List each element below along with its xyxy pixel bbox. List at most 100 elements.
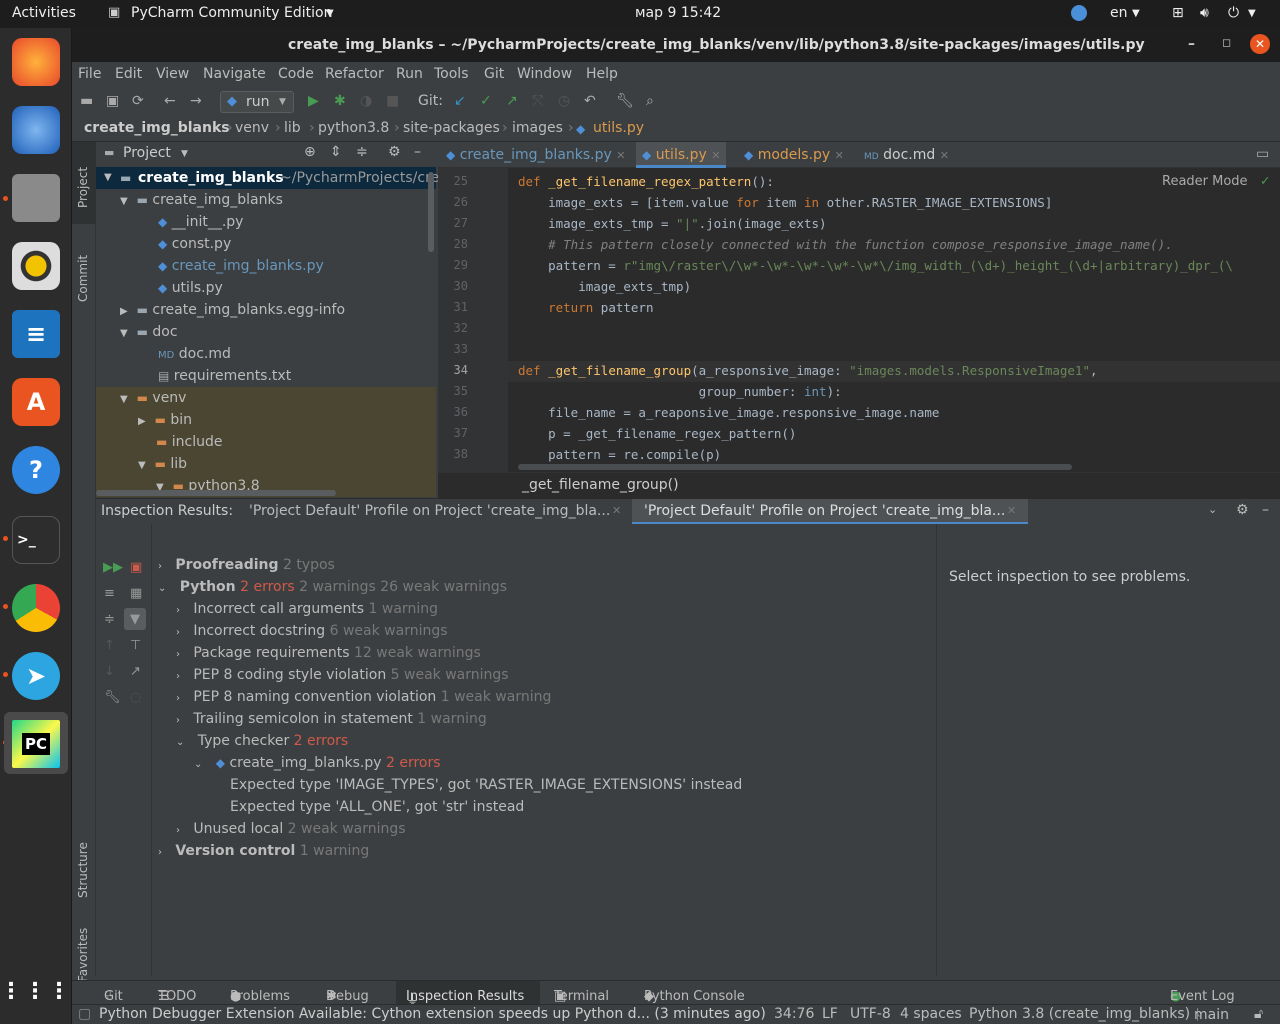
volume-icon[interactable]: 🔊︎ <box>1200 5 1209 21</box>
tree-row[interactable]: › Unused local 2 weak warnings <box>176 818 406 840</box>
thunderbird-icon[interactable] <box>12 106 60 154</box>
menu-window[interactable]: Window <box>517 66 572 82</box>
favorites-tool-button[interactable]: Favorites <box>76 928 90 982</box>
pycharm-icon[interactable]: PC <box>12 720 60 768</box>
tree-item-file[interactable]: ◆ create_img_blanks.py <box>158 255 324 277</box>
file-encoding[interactable]: UTF-8 <box>850 1006 891 1022</box>
debug-icon[interactable]: ✱ <box>334 93 346 109</box>
telegram-icon[interactable]: ➤ <box>12 652 60 700</box>
language-indicator[interactable]: en <box>1110 5 1128 21</box>
breadcrumb-python[interactable]: python3.8 <box>318 120 389 136</box>
tab-models[interactable]: ◆ models.py ✕ <box>744 142 844 168</box>
minimize-button[interactable]: – <box>1188 36 1195 52</box>
collapse-all-icon[interactable]: ≑ <box>356 144 368 160</box>
files-icon[interactable] <box>12 174 60 222</box>
hide-icon[interactable]: – <box>1262 502 1269 518</box>
open-folder-icon[interactable]: ▬ <box>80 93 93 109</box>
close-icon[interactable]: ✕ <box>711 149 720 162</box>
tree-row[interactable]: ⌄ Python 2 errors 2 warnings 26 weak war… <box>158 576 507 598</box>
git-merge-icon[interactable]: ⤲ <box>532 93 543 109</box>
close-icon[interactable]: ✕ <box>940 149 949 162</box>
tab-doc[interactable]: MD doc.md ✕ <box>864 142 949 168</box>
network-icon[interactable] <box>1071 5 1087 21</box>
tree-row-root[interactable]: ▼ ▬ create_img_blanks ~/PycharmProjects/… <box>96 167 439 189</box>
menu-help[interactable]: Help <box>586 66 618 82</box>
lock-icon[interactable]: 🔓︎ <box>1254 1006 1263 1022</box>
breadcrumb-lib[interactable]: lib <box>284 120 301 136</box>
locate-icon[interactable]: ⊕ <box>304 144 316 160</box>
breadcrumb-project[interactable]: create_img_blanks <box>84 120 230 136</box>
hide-icon[interactable]: – <box>414 144 421 160</box>
caret-position[interactable]: 34:76 <box>774 1006 814 1022</box>
tree-item-folder[interactable]: ▼ ▬ doc <box>120 321 178 343</box>
tree-item-package[interactable]: ▼ ▬ create_img_blanks <box>120 189 283 211</box>
maximize-button[interactable]: ◻ <box>1222 36 1231 49</box>
close-icon[interactable]: ✕ <box>612 504 621 517</box>
sync-icon[interactable]: ⟳ <box>132 93 144 109</box>
menu-navigate[interactable]: Navigate <box>203 66 266 82</box>
search-icon[interactable]: ⌕ <box>646 93 654 109</box>
indent-setting[interactable]: 4 spaces <box>900 1006 962 1022</box>
tab-create-img-blanks[interactable]: ◆ create_img_blanks.py ✕ <box>446 142 625 168</box>
export-icon[interactable]: ↗ <box>130 664 141 679</box>
breadcrumb-file[interactable]: utils.py <box>593 120 644 136</box>
line-endings[interactable]: LF <box>822 1006 838 1022</box>
tree-row[interactable]: › Version control 1 warning <box>158 840 369 862</box>
git-push-icon[interactable]: ↗ <box>506 93 518 109</box>
firefox-icon[interactable] <box>12 38 60 86</box>
problem-row[interactable]: Expected type 'IMAGE_TYPES', got 'RASTER… <box>230 774 742 796</box>
tree-row[interactable]: › PEP 8 coding style violation 5 weak wa… <box>176 664 509 686</box>
tree-item-folder[interactable]: ▼ ▬ lib <box>138 453 187 475</box>
tree-item-folder[interactable]: ▼ ▬ venv <box>120 387 186 409</box>
network-wired-icon[interactable]: ⊞ <box>1172 5 1184 21</box>
chevron-down-icon[interactable]: ⌄ <box>1208 503 1217 516</box>
menu-refactor[interactable]: Refactor <box>325 66 384 82</box>
tab-utils[interactable]: ◆ utils.py ✕ <box>636 142 727 168</box>
tree-item-file[interactable]: MD doc.md <box>158 343 231 365</box>
expand-all-icon[interactable]: ⇕ <box>330 144 342 160</box>
close-icon[interactable]: ✕ <box>835 149 844 162</box>
clock[interactable]: мар 9 15:42 <box>635 5 721 21</box>
filter-icon[interactable]: ▼ <box>130 612 140 627</box>
wrench-icon[interactable]: 🔧︎ <box>616 93 634 109</box>
expand-all-icon[interactable]: ≡ <box>104 586 115 601</box>
status-toggle-icon[interactable]: ▢ <box>78 1006 91 1022</box>
interpreter[interactable]: Python 3.8 (create_img_blanks) <box>969 1006 1190 1022</box>
tree-row[interactable]: › Incorrect docstring 6 weak warnings <box>176 620 448 642</box>
breadcrumb-venv[interactable]: venv <box>235 120 269 136</box>
git-history-icon[interactable]: ◷ <box>558 93 570 109</box>
menu-edit[interactable]: Edit <box>115 66 142 82</box>
tree-row[interactable]: › PEP 8 naming convention violation 1 we… <box>176 686 551 708</box>
terminal-icon[interactable]: >_ <box>12 516 60 564</box>
git-commit-icon[interactable]: ✓ <box>480 93 492 109</box>
collapse-all-icon[interactable]: ≑ <box>104 612 115 627</box>
rerun-icon[interactable]: ▶▶ <box>103 560 123 575</box>
group-icon[interactable]: ▦ <box>130 586 142 601</box>
menu-code[interactable]: Code <box>278 66 314 82</box>
chrome-icon[interactable] <box>12 584 60 632</box>
tree-item-file[interactable]: ◆ const.py <box>158 233 231 255</box>
rhythmbox-icon[interactable] <box>12 242 60 290</box>
wrench-icon[interactable]: 🔧︎ <box>104 690 121 705</box>
prev-icon[interactable]: ↑ <box>104 638 115 653</box>
bulb-icon[interactable]: ◌ <box>130 690 141 705</box>
next-icon[interactable]: ↓ <box>104 664 115 679</box>
function-breadcrumb[interactable]: _get_filename_group() <box>522 477 679 493</box>
gear-icon[interactable]: ⚙ <box>1236 502 1249 518</box>
project-view-select[interactable]: Project <box>123 145 171 161</box>
tree-row[interactable]: › Incorrect call arguments 1 warning <box>176 598 438 620</box>
save-icon[interactable]: ▣ <box>106 93 119 109</box>
status-message[interactable]: Python Debugger Extension Available: Cyt… <box>99 1006 766 1022</box>
tree-item-folder[interactable]: ▶ ▬ create_img_blanks.egg-info <box>120 299 345 321</box>
close-icon[interactable]: ✕ <box>1007 504 1016 517</box>
stop-icon[interactable]: ▣ <box>130 560 142 575</box>
stop-icon[interactable]: ■ <box>386 93 399 109</box>
structure-tool-button[interactable]: Structure <box>76 842 90 898</box>
close-icon[interactable]: ✕ <box>616 149 625 162</box>
breadcrumb-images[interactable]: images <box>512 120 563 136</box>
tree-item-folder[interactable]: ▬ include <box>156 431 223 453</box>
pin-icon[interactable]: ⊤ <box>130 638 141 653</box>
close-button[interactable]: ✕ <box>1250 34 1270 54</box>
gear-icon[interactable]: ⚙ <box>388 144 401 160</box>
back-icon[interactable]: ← <box>164 93 176 109</box>
